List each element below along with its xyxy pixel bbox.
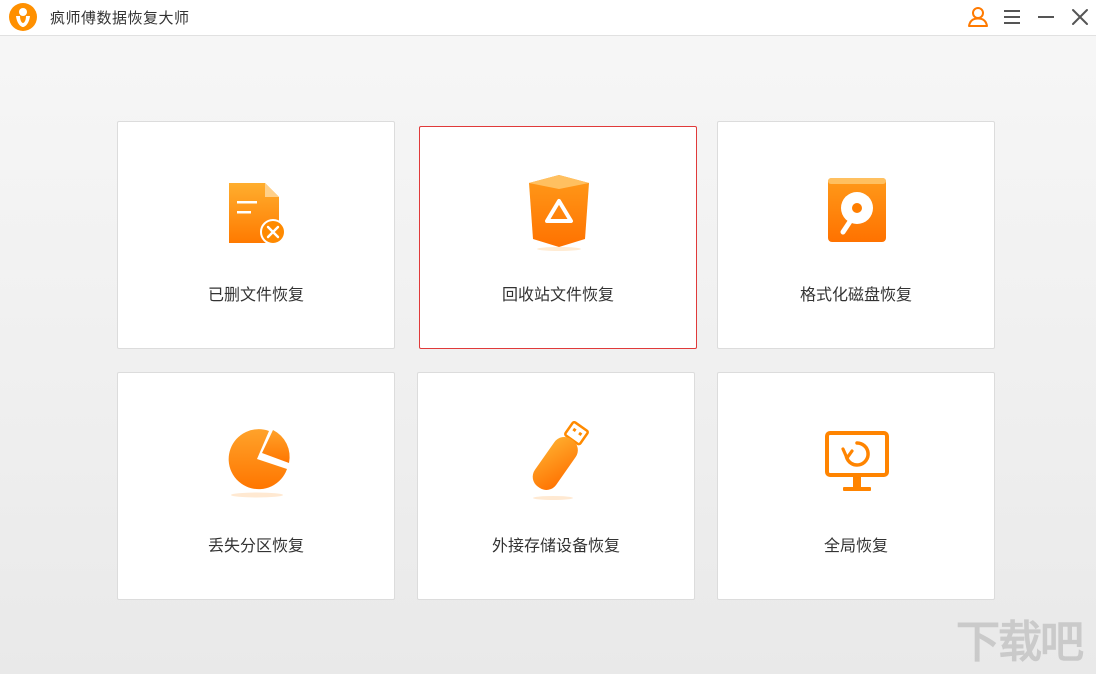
card-label: 外接存储设备恢复: [491, 536, 620, 555]
app-title: 疯师傅数据恢复大师: [50, 9, 190, 27]
card-global-recovery[interactable]: 全局恢复: [717, 372, 995, 600]
card-label: 回收站文件恢复: [501, 285, 614, 304]
recycle-bin-icon: [529, 175, 589, 251]
close-button[interactable]: [1067, 4, 1093, 30]
user-account-button[interactable]: [965, 4, 991, 30]
user-icon: [968, 7, 988, 27]
formatted-disk-icon: [828, 178, 886, 242]
monitor-refresh-icon: [825, 431, 889, 491]
usb-drive-icon: [532, 421, 589, 500]
minimize-icon: [1038, 16, 1054, 18]
card-label: 已删文件恢复: [207, 285, 304, 304]
minimize-button[interactable]: [1033, 4, 1059, 30]
app-logo-icon: [9, 3, 37, 31]
close-icon: [1072, 9, 1088, 25]
menu-button[interactable]: [999, 4, 1025, 30]
card-external-storage-recovery[interactable]: 外接存储设备恢复: [417, 372, 695, 600]
deleted-file-icon: [229, 183, 286, 245]
card-label: 格式化磁盘恢复: [799, 285, 912, 304]
card-formatted-disk-recovery[interactable]: 格式化磁盘恢复: [717, 121, 995, 349]
card-lost-partition-recovery[interactable]: 丢失分区恢复: [117, 372, 395, 600]
card-deleted-file-recovery[interactable]: 已删文件恢复: [117, 121, 395, 349]
card-label: 全局恢复: [823, 536, 888, 555]
card-recycle-bin-recovery[interactable]: 回收站文件恢复: [419, 126, 697, 349]
partition-pie-icon: [228, 429, 290, 498]
title-bar: 疯师傅数据恢复大师: [0, 0, 1096, 36]
watermark-text: 下载吧: [956, 617, 1084, 668]
hamburger-menu-icon: [1004, 10, 1020, 24]
card-label: 丢失分区恢复: [207, 536, 304, 555]
